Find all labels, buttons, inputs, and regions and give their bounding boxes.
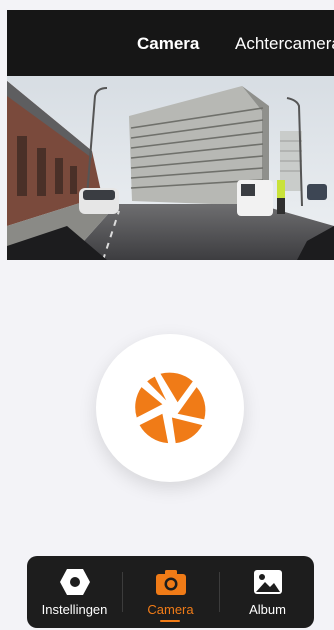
aperture-icon bbox=[135, 372, 206, 444]
nav-label-album: Album bbox=[249, 602, 286, 617]
image-icon bbox=[253, 570, 282, 594]
preview-scene bbox=[7, 76, 334, 260]
shutter-button[interactable] bbox=[96, 334, 244, 482]
nav-item-camera[interactable]: Camera bbox=[123, 556, 218, 628]
camera-icon bbox=[155, 570, 186, 595]
active-tab-indicator bbox=[160, 620, 180, 622]
bottom-navigation: Instellingen Camera Album bbox=[27, 556, 314, 628]
camera-preview[interactable] bbox=[7, 76, 334, 260]
tab-rear-camera[interactable]: Achtercamera bbox=[235, 34, 334, 54]
nav-item-album[interactable]: Album bbox=[220, 556, 315, 628]
tab-camera[interactable]: Camera bbox=[137, 34, 199, 54]
top-tab-bar: Camera Achtercamera bbox=[7, 10, 334, 76]
hexagon-settings-icon bbox=[59, 569, 90, 595]
nav-item-settings[interactable]: Instellingen bbox=[27, 556, 122, 628]
nav-label-camera: Camera bbox=[147, 602, 194, 617]
nav-label-settings: Instellingen bbox=[41, 602, 108, 617]
camera-screen: Camera Achtercamera Instellingen Camera … bbox=[0, 0, 334, 630]
